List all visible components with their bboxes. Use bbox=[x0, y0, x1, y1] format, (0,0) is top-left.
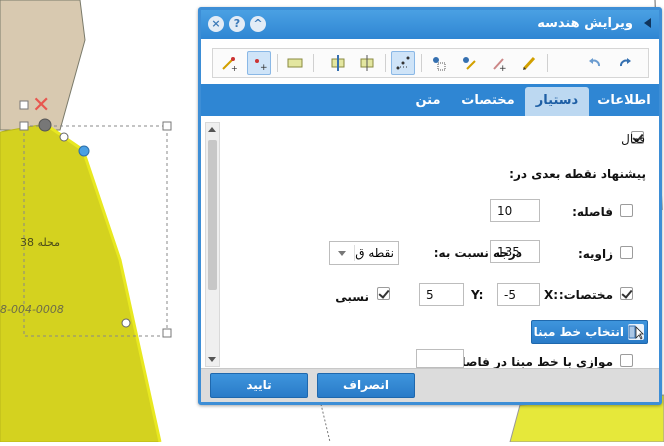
parcel-code: 8-004-0008 bbox=[0, 303, 64, 316]
y-input[interactable] bbox=[419, 283, 464, 306]
tab-coordinates[interactable]: مختصات bbox=[451, 87, 525, 116]
redo-icon[interactable] bbox=[613, 51, 637, 75]
select-baseline-button[interactable]: انتخاب خط مبنا bbox=[531, 320, 648, 344]
vertex-selected bbox=[78, 145, 90, 157]
parallel-distance-input[interactable] bbox=[416, 349, 464, 368]
add-point-icon[interactable]: + bbox=[247, 51, 271, 75]
geometry-toolbar: + + + bbox=[212, 48, 649, 78]
angle-checkbox[interactable] bbox=[620, 246, 633, 259]
select-baseline-label: انتخاب خط مبنا bbox=[533, 325, 624, 339]
angle-reference-select[interactable]: نقطه ق bbox=[329, 241, 399, 265]
dashed-line bbox=[319, 399, 331, 443]
delete-vertex-icon[interactable]: ✕ bbox=[32, 95, 50, 117]
resize-handle-mr bbox=[162, 328, 172, 338]
suggest-heading: پیشنهاد نقطه بعدی در: bbox=[509, 167, 646, 181]
help-icon[interactable]: ? bbox=[229, 16, 245, 32]
relative-label: نسبی bbox=[335, 290, 369, 304]
enabled-label: فعال bbox=[621, 132, 645, 146]
pencil-icon[interactable] bbox=[517, 51, 541, 75]
undo-icon[interactable] bbox=[583, 51, 607, 75]
dialog-footer: انصراف تایید bbox=[201, 368, 659, 402]
baseline-cursor-icon bbox=[628, 324, 644, 340]
dialog-titlebar[interactable]: ویرایش هندسه × ? ^ bbox=[201, 10, 659, 39]
resize-handle-tr bbox=[162, 121, 172, 131]
edit-vertex-icon[interactable] bbox=[457, 51, 481, 75]
edit-geometry-dialog: ویرایش هندسه × ? ^ + + + اطلاعات دستیار … bbox=[198, 7, 662, 405]
angle-relative-label: درجه نسبت به: bbox=[433, 246, 522, 260]
snapping-icon[interactable] bbox=[391, 51, 415, 75]
distance-checkbox[interactable] bbox=[620, 204, 633, 217]
toolbar-separator bbox=[547, 54, 548, 72]
vertex-settings-icon[interactable] bbox=[427, 51, 451, 75]
toolbar-separator bbox=[421, 54, 422, 72]
coords-label: مختصات: bbox=[558, 288, 613, 302]
scroll-thumb[interactable] bbox=[208, 140, 217, 290]
tab-text[interactable]: متن bbox=[405, 87, 451, 116]
merge-icon[interactable] bbox=[326, 51, 350, 75]
scroll-up-icon[interactable] bbox=[208, 127, 216, 132]
rectangle-icon[interactable] bbox=[283, 51, 307, 75]
coords-checkbox[interactable] bbox=[620, 287, 633, 300]
scroll-down-icon[interactable] bbox=[208, 357, 216, 362]
parcel-label: محله 38 bbox=[20, 236, 61, 249]
distance-input[interactable] bbox=[490, 199, 540, 222]
relative-checkbox[interactable] bbox=[377, 287, 390, 300]
angle-reference-value: نقطه ق bbox=[355, 246, 394, 260]
rotate-handle bbox=[19, 100, 29, 110]
x-input[interactable] bbox=[497, 283, 540, 306]
confirm-button[interactable]: تایید bbox=[210, 373, 308, 398]
x-label: X: bbox=[544, 288, 559, 302]
toolbar-separator bbox=[313, 54, 314, 72]
chevron-down-icon bbox=[338, 251, 346, 256]
angle-label: زاویه: bbox=[577, 247, 613, 261]
tab-assistant[interactable]: دستیار bbox=[525, 87, 589, 116]
svg-text:+: + bbox=[499, 64, 507, 71]
toolbar-separator bbox=[277, 54, 278, 72]
dialog-title: ویرایش هندسه bbox=[537, 16, 633, 31]
y-label: Y: bbox=[471, 288, 484, 302]
distance-label: فاصله: bbox=[572, 205, 613, 219]
cancel-button[interactable]: انصراف bbox=[317, 373, 415, 398]
title-caret-icon bbox=[644, 18, 651, 28]
close-icon[interactable]: × bbox=[208, 16, 224, 32]
toolbar-separator bbox=[385, 54, 386, 72]
collapse-icon[interactable]: ^ bbox=[250, 16, 266, 32]
resize-handle-tl bbox=[19, 121, 29, 131]
parallel-label: موازی با خط مبنا در فاصله: bbox=[448, 355, 613, 369]
draw-line-icon[interactable]: + bbox=[217, 51, 241, 75]
split-icon[interactable] bbox=[355, 51, 379, 75]
add-vertex-icon[interactable]: + bbox=[487, 51, 511, 75]
vertex-mid-2 bbox=[121, 318, 131, 328]
content-scrollbar[interactable] bbox=[205, 122, 220, 367]
vertex-mid bbox=[59, 132, 69, 142]
parallel-checkbox[interactable] bbox=[620, 354, 633, 367]
svg-text:+: + bbox=[260, 63, 267, 71]
vertex-active bbox=[38, 118, 52, 132]
svg-text:+: + bbox=[231, 64, 237, 71]
tab-info[interactable]: اطلاعات bbox=[589, 87, 659, 116]
tab-bar: اطلاعات دستیار مختصات متن bbox=[201, 84, 659, 116]
